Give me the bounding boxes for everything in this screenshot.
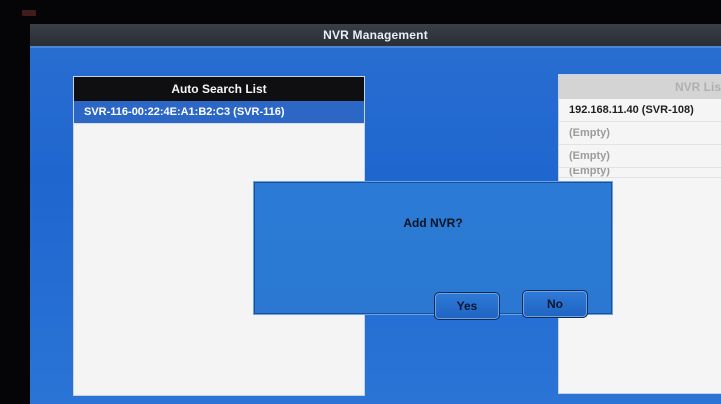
nvr-list-row[interactable]: (Empty) — [559, 168, 721, 178]
dialog-message: Add NVR? — [403, 216, 463, 230]
yes-button-label: Yes — [456, 299, 478, 313]
auto-search-list-title: Auto Search List — [171, 82, 267, 96]
nvr-list-row[interactable]: (Empty) — [559, 122, 721, 145]
nvr-list-row[interactable]: 192.168.11.40 (SVR-108) — [559, 99, 721, 122]
no-button[interactable]: No — [522, 290, 588, 318]
nvr-management-window: NVR Management Auto Search List SVR-116-… — [30, 24, 721, 404]
nvr-list-title: NVR List — [674, 80, 721, 94]
nvr-list-row-label: (Empty) — [569, 150, 610, 162]
yes-button[interactable]: Yes — [434, 292, 500, 320]
auto-search-item-selected[interactable]: SVR-116-00:22:4E:A1:B2:C3 (SVR-116) — [74, 101, 364, 124]
corner-logo — [22, 10, 36, 16]
title-divider — [30, 46, 721, 48]
add-nvr-dialog: Add NVR? Yes No — [253, 181, 613, 320]
nvr-list-row-label: (Empty) — [569, 168, 610, 177]
auto-search-item-label: SVR-116-00:22:4E:A1:B2:C3 (SVR-116) — [84, 106, 285, 118]
nvr-list-row[interactable]: (Empty) — [559, 145, 721, 168]
nvr-list-row-label: 192.168.11.40 (SVR-108) — [569, 104, 694, 116]
window-titlebar: NVR Management — [30, 24, 721, 46]
auto-search-list-header: Auto Search List — [74, 77, 364, 101]
monitor-screen: NVR Management Auto Search List SVR-116-… — [0, 0, 721, 404]
window-title: NVR Management — [323, 28, 428, 42]
no-button-label: No — [547, 297, 563, 311]
nvr-list-row-label: (Empty) — [569, 127, 610, 139]
nvr-list-header: NVR List — [559, 75, 721, 99]
